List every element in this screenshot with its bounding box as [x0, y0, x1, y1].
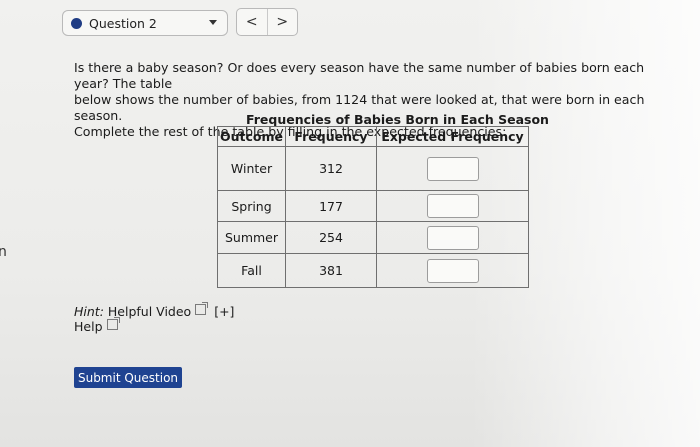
hint-line: Hint: Helpful Video [+] — [74, 302, 234, 319]
hint-label: Hint: — [74, 304, 104, 319]
cutoff-text: n — [0, 244, 7, 260]
expected-frequency-input[interactable] — [426, 156, 479, 181]
column-header-expected-frequency: Expected Frequency — [376, 126, 529, 147]
prompt-line: Is there a baby season? Or does every se… — [74, 60, 645, 91]
outcome-cell: Spring — [217, 190, 286, 222]
frequency-cell: 254 — [285, 221, 377, 254]
hint-section: Hint: Helpful Video [+] Help — [74, 302, 234, 334]
table-row: Fall 381 — [217, 253, 529, 288]
external-link-icon — [106, 317, 120, 330]
external-link-icon — [195, 302, 209, 315]
expected-cell — [376, 146, 529, 191]
submit-question-button[interactable]: Submit Question — [74, 367, 182, 388]
table-row: Spring 177 — [217, 190, 529, 222]
table-row: Winter 312 — [217, 146, 529, 191]
outcome-cell: Summer — [217, 221, 286, 254]
outcome-cell: Fall — [217, 253, 286, 288]
expected-frequency-input[interactable] — [426, 194, 479, 218]
help-line: Help — [74, 317, 234, 334]
frequency-table: Outcome Frequency Expected Frequency Win… — [217, 126, 529, 288]
column-header-frequency: Frequency — [285, 126, 377, 147]
help-link[interactable]: Help — [74, 319, 103, 334]
frequency-cell: 312 — [285, 146, 377, 191]
helpful-video-link[interactable]: Helpful Video — [108, 304, 191, 319]
expected-frequency-input[interactable] — [426, 258, 479, 283]
next-question-button[interactable]: > — [266, 9, 298, 35]
expected-cell — [376, 253, 529, 288]
expand-hint-toggle[interactable]: [+] — [214, 304, 234, 319]
table-row: Summer 254 — [217, 221, 529, 254]
table-header-row: Outcome Frequency Expected Frequency — [217, 126, 529, 147]
caret-down-icon — [209, 20, 217, 25]
expected-cell — [376, 221, 529, 254]
expected-cell — [376, 190, 529, 222]
column-header-outcome: Outcome — [217, 126, 286, 147]
frequency-cell: 381 — [285, 253, 377, 288]
table-caption: Frequencies of Babies Born in Each Seaso… — [246, 112, 549, 127]
question-label: Question 2 — [89, 15, 157, 31]
question-selector[interactable]: Question 2 — [62, 10, 228, 36]
question-nav: < > — [236, 8, 298, 36]
frequency-cell: 177 — [285, 190, 377, 222]
previous-question-button[interactable]: < — [237, 9, 267, 35]
expected-frequency-input[interactable] — [426, 225, 479, 250]
outcome-cell: Winter — [217, 146, 286, 191]
status-dot-icon — [71, 17, 82, 29]
